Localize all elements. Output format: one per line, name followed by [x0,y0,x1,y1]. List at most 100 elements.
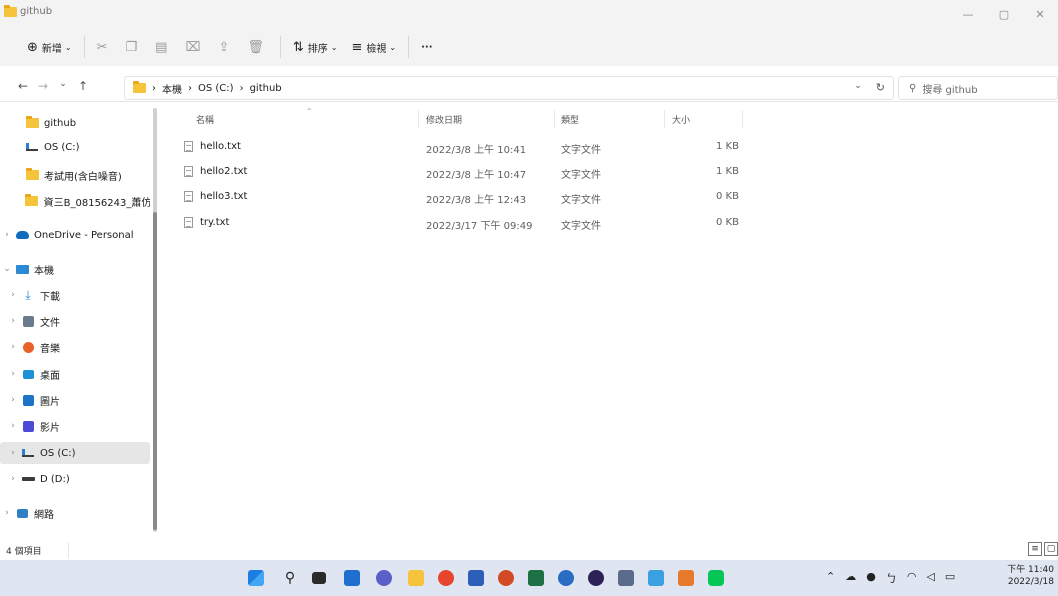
breadcrumb-pc[interactable]: 本機 [162,81,182,96]
new-button[interactable]: ⊕ 新增 ⌄ [20,34,79,60]
search-box[interactable]: ⚲ 搜尋 github [898,76,1058,100]
copy-icon: ❐ [125,39,138,55]
sidebar-item-this-pc[interactable]: ⌄ 本機 [0,258,150,280]
address-bar[interactable]: › 本機 › OS (C:) › github ⌄ ↻ [124,76,894,100]
column-divider[interactable] [742,110,743,128]
paint-icon[interactable] [678,570,694,586]
line-icon[interactable] [708,570,724,586]
recent-dropdown[interactable]: ⌄ [54,79,72,93]
minimize-button[interactable]: — [950,0,986,28]
file-modified: 2022/3/8 上午 10:47 [426,170,527,181]
sidebar-item-documents[interactable]: › 文件 [0,310,150,332]
word-icon[interactable] [468,570,484,586]
chevron-right-icon[interactable]: › [6,395,20,405]
file-row[interactable]: hello.txt 2022/3/8 上午 10:41 文字文件 1 KB [180,136,750,158]
file-modified: 2022/3/17 下午 09:49 [426,221,533,232]
chat-icon[interactable] [376,570,392,586]
forward-button[interactable]: → [34,79,52,93]
file-explorer-icon[interactable] [408,570,424,586]
search-icon[interactable]: ⚲ [282,570,298,586]
column-header-size[interactable]: 大小 [672,113,690,126]
sidebar-item-music[interactable]: › 音樂 [0,336,150,358]
sidebar-item-os-c-quick[interactable]: OS (C:) [0,136,150,158]
chevron-up-icon[interactable]: ⌃ [826,570,835,586]
back-button[interactable]: ← [14,79,32,93]
column-header-type[interactable]: 類型 [561,113,579,126]
google-drive-icon[interactable]: ☁ [845,570,856,586]
close-button[interactable]: ✕ [1022,0,1058,28]
sidebar-item-github[interactable]: github [0,112,150,134]
item-count: 4 個項目 [6,547,42,557]
maximize-button[interactable]: ▢ [986,0,1022,28]
delete-button[interactable]: 🗑 [240,34,275,60]
chevron-right-icon[interactable]: › [6,342,20,352]
breadcrumb-folder[interactable]: github [250,83,282,94]
view-label: 檢視 [366,43,387,55]
chevron-right-icon[interactable]: › [6,369,20,379]
task-view-icon[interactable] [312,572,326,584]
refresh-icon[interactable]: ↻ [876,81,885,94]
battery-icon[interactable]: ▭ [945,570,955,586]
sidebar-item-os-c[interactable]: › OS (C:) [0,442,150,464]
chevron-down-icon[interactable]: ⌄ [0,264,14,274]
file-row[interactable]: hello3.txt 2022/3/8 上午 12:43 文字文件 0 KB [180,186,750,208]
start-button-icon[interactable] [248,570,264,586]
app-icon[interactable] [558,570,574,586]
chevron-right-icon[interactable]: › [6,290,20,300]
sidebar-item-label: 圖片 [40,396,60,408]
share-button[interactable]: ⇪ [211,34,240,60]
chevron-right-icon[interactable]: › [6,421,20,431]
snipping-tool-icon[interactable] [648,570,664,586]
column-divider[interactable] [418,110,419,128]
sidebar-item-class-folder[interactable]: 資三B_08156243_蕭仿 [0,190,150,212]
sidebar-item-desktop[interactable]: › 桌面 [0,363,150,385]
sidebar-item-d-drive[interactable]: › D (D:) [0,468,150,490]
chevron-right-icon[interactable]: › [6,474,20,484]
sidebar-item-onedrive[interactable]: › OneDrive - Personal [0,224,150,246]
sidebar-scrollbar-thumb[interactable] [153,212,157,530]
column-divider[interactable] [664,110,665,128]
breadcrumb-drive[interactable]: OS (C:) [198,83,234,94]
wifi-icon[interactable]: ◠ [907,570,917,586]
app-tray-icon[interactable]: ● [866,570,876,586]
sidebar-item-videos[interactable]: › 影片 [0,415,150,437]
tiles-view-icon[interactable]: ▢ [1044,542,1058,556]
file-size: 1 KB [716,166,739,177]
column-divider[interactable] [554,110,555,128]
sidebar-item-label: OneDrive - Personal [34,229,134,241]
sidebar-item-exam-folder[interactable]: 考試用(含白噪音) [0,164,150,186]
paste-button[interactable]: ▤ [148,34,178,60]
column-header-modified[interactable]: 修改日期 [426,113,462,126]
volume-icon[interactable]: ◁ [926,570,934,586]
eclipse-icon[interactable] [588,570,604,586]
chevron-right-icon[interactable]: › [0,230,14,240]
address-dropdown-icon[interactable]: ⌄ [854,81,862,94]
chevron-right-icon[interactable]: › [6,448,20,458]
excel-icon[interactable] [528,570,544,586]
window-controls: — ▢ ✕ [950,0,1058,28]
sort-button[interactable]: ⇅ 排序 ⌄ [286,34,345,60]
more-button[interactable]: ··· [414,34,439,60]
chrome-icon[interactable] [438,570,454,586]
file-row[interactable]: try.txt 2022/3/17 下午 09:49 文字文件 0 KB [180,212,750,234]
sidebar-item-network[interactable]: › 網路 [0,502,150,524]
sidebar-item-pictures[interactable]: › 圖片 [0,389,150,411]
copy-button[interactable]: ❐ [119,34,149,60]
app-icon[interactable] [618,570,634,586]
widgets-icon[interactable] [344,570,360,586]
sidebar-item-label: 音樂 [40,343,60,355]
rename-button[interactable]: ⌧ [178,34,211,60]
up-button[interactable]: ↑ [74,79,92,93]
powerpoint-icon[interactable] [498,570,514,586]
sidebar-item-label: 桌面 [40,370,60,382]
sidebar-item-downloads[interactable]: › ⤓ 下載 [0,284,150,306]
chevron-right-icon[interactable]: › [0,508,14,518]
file-row[interactable]: hello2.txt 2022/3/8 上午 10:47 文字文件 1 KB [180,161,750,183]
column-header-name[interactable]: 名稱 [196,113,214,126]
clock[interactable]: 下午 11:40 2022/3/18 [1007,564,1054,588]
ime-icon[interactable]: ㄅ [886,570,897,586]
view-button[interactable]: ≡ 檢視 ⌄ [344,34,403,60]
chevron-right-icon[interactable]: › [6,316,20,326]
details-view-icon[interactable]: ≡ [1028,542,1042,556]
cut-button[interactable]: ✂ [90,34,119,60]
